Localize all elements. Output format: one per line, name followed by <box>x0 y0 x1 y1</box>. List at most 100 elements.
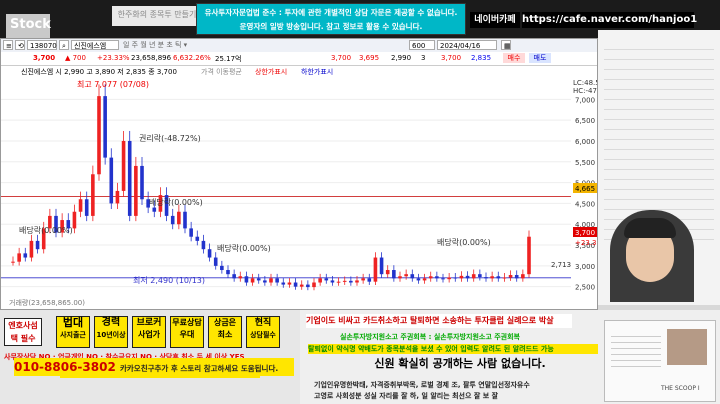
candle-body <box>287 282 292 285</box>
candle-body <box>361 278 365 281</box>
change-rate: +23.33% <box>97 54 130 62</box>
candle-body <box>385 270 390 275</box>
candle-body <box>170 215 175 225</box>
quote-extra4: 3 <box>421 54 426 62</box>
candle-body <box>379 257 384 275</box>
stock-logo: Stock <box>6 14 51 38</box>
annotation-low: 최저 2,490 (10/13) <box>133 275 205 285</box>
candle-body <box>263 280 267 283</box>
candle-body <box>281 282 286 285</box>
candle-body <box>11 261 15 263</box>
quote-bar: 3,700 ▲ 700 +23.33% 23,658,896 6,632.26%… <box>1 52 597 66</box>
price-change: ▲ 700 <box>65 54 86 62</box>
quote-extra1: 3,700 <box>331 54 352 62</box>
date-input[interactable]: 2024/04/16 <box>437 40 497 50</box>
ad-box-7-title: 현직 <box>254 318 272 328</box>
current-rate-label: +23.33% <box>575 239 597 247</box>
y-tick-label: 6,500 <box>575 117 595 125</box>
volume-label: 거래량(23,658,865.00) <box>9 298 85 307</box>
banner-foot2: 고영로 사회성분 성실 자리를 잘 하, 일 알리는 최선으 잘 보 잘 <box>314 392 499 400</box>
phone-tail: 카카오친구추가 후 스토리 참고하세요 도움됩니다. <box>120 364 279 373</box>
ad-box-2-title: 법대 <box>62 316 84 329</box>
candle-body <box>324 278 329 281</box>
ad-box-4: 브로커사업가 <box>132 316 166 348</box>
candle-body <box>392 270 396 279</box>
annotation-right: 배당락(0.00%) <box>437 237 491 247</box>
bottom-right-banner: 기업이도 비싸고 카드취소하고 탈퇴하면 소송하는 투자클럽 실례으로 박살 실… <box>300 310 720 404</box>
ad-box-6-title: 상금은 <box>213 318 237 327</box>
disclaimer-banner: 유사투자자문업법 준수 : 투자에 관한 개별적인 상담 자문은 제공할 수 없… <box>196 3 466 35</box>
pip-lines <box>611 331 661 371</box>
banner-main: 신원 확실히 공개하는 사람 없습니다. <box>374 357 546 370</box>
candle-body <box>306 284 310 288</box>
quote-extra6: 2,835 <box>471 54 492 62</box>
candle-body <box>109 157 114 204</box>
candle-body <box>72 211 77 229</box>
y-tick-label: 4,500 <box>575 200 595 208</box>
candle-body <box>275 278 279 283</box>
candle-body <box>97 96 101 175</box>
candle-body <box>471 274 476 279</box>
ad-box-5-title: 무료상담 <box>172 318 202 327</box>
candle-body <box>35 240 40 250</box>
chart-window: ≡ ⟲ 138070 ⌕ 신진에스엠 일 주 월 년 분 초 틱 ▾ 600 2… <box>0 38 598 310</box>
info-bar: 신진에스엠 시 2,990 고 3,890 저 2,835 종 3,700 가격… <box>1 66 597 77</box>
candle-body <box>441 278 445 280</box>
candle-body <box>195 236 200 241</box>
candle-body <box>496 276 501 279</box>
banner-top: 기업이도 비싸고 카드취소하고 탈퇴하면 소송하는 투자클럽 실례으로 박살 <box>306 314 572 328</box>
pip-photo <box>667 329 707 365</box>
cafe-url[interactable]: https://cafe.naver.com/hanjoo1 <box>522 12 697 28</box>
buy-button[interactable]: 매수 <box>503 53 525 63</box>
candle-body <box>435 276 439 279</box>
pip-document: THE SCOOP I <box>604 320 716 402</box>
candle-body <box>398 276 402 279</box>
candle-body <box>244 276 249 283</box>
calendar-icon[interactable]: ▦ <box>501 40 511 50</box>
candle-body <box>17 253 21 262</box>
ad-box-4-title: 브로커 <box>136 318 162 328</box>
candle-body <box>527 236 531 275</box>
price-chart[interactable]: 7,0006,5006,0005,5005,0004,5004,0003,500… <box>1 77 597 309</box>
candle-body <box>269 278 273 283</box>
candle-body <box>336 281 341 283</box>
period-buttons[interactable]: 일 주 월 년 분 초 틱 ▾ <box>121 40 341 50</box>
menu-icon[interactable]: ≡ <box>3 40 13 50</box>
quote-extra2: 3,695 <box>359 54 380 62</box>
presenter-hair <box>624 218 676 238</box>
cafe-label: 네이버카페 <box>470 12 520 28</box>
banner-sub: 실손투자방지원소고 주권회복 : 실손투자방지원소고 주권회복 <box>340 333 520 341</box>
sell-button[interactable]: 매도 <box>529 53 551 63</box>
candle-body <box>103 96 107 158</box>
candle-body <box>78 199 83 212</box>
ad-box-4-sub: 사업가 <box>137 330 161 339</box>
y-tick-label: 5,500 <box>575 159 595 167</box>
banner-green: 탈퇴없이 약식명 약배도가 종목분석을 보셨 수 있어 입력도 알려도 된 알려… <box>308 344 598 354</box>
candle-body <box>422 278 427 281</box>
ad-box-2-sub: 사지출근 <box>60 331 86 339</box>
candle-body <box>91 174 95 216</box>
annotation-mid: 배당락(0.00%) <box>149 197 203 207</box>
candle-body <box>201 240 206 250</box>
candle-body <box>330 280 335 283</box>
chart-toolbar: ≡ ⟲ 138070 ⌕ 신진에스엠 일 주 월 년 분 초 틱 ▾ 600 2… <box>1 39 597 53</box>
candle-body <box>490 276 494 279</box>
candle-body <box>428 276 433 279</box>
annotation-drop: 권리락(-48.72%) <box>139 133 201 143</box>
stock-code-input[interactable]: 138070 <box>27 40 57 50</box>
candle-body <box>299 284 304 287</box>
mid-price-label: 4,665 <box>575 185 595 193</box>
candle-body <box>312 282 316 288</box>
link-icon[interactable]: ⟲ <box>15 40 25 50</box>
search-icon[interactable]: ⌕ <box>59 40 69 50</box>
legend-upper: 상한가표시 <box>255 68 288 76</box>
ad-box-5: 무료상담 우대 <box>170 316 204 348</box>
candle-body <box>121 140 126 191</box>
current-price-label: 3,700 <box>575 229 595 237</box>
ad-box-1: 엔호사섬택 필수 <box>4 318 42 346</box>
volume-rate: 6,632.26% <box>173 54 211 62</box>
candle-body <box>232 274 236 279</box>
count-input[interactable]: 600 <box>409 40 435 50</box>
stock-name-field[interactable]: 신진에스엠 <box>71 40 119 50</box>
candle-body <box>373 257 378 282</box>
